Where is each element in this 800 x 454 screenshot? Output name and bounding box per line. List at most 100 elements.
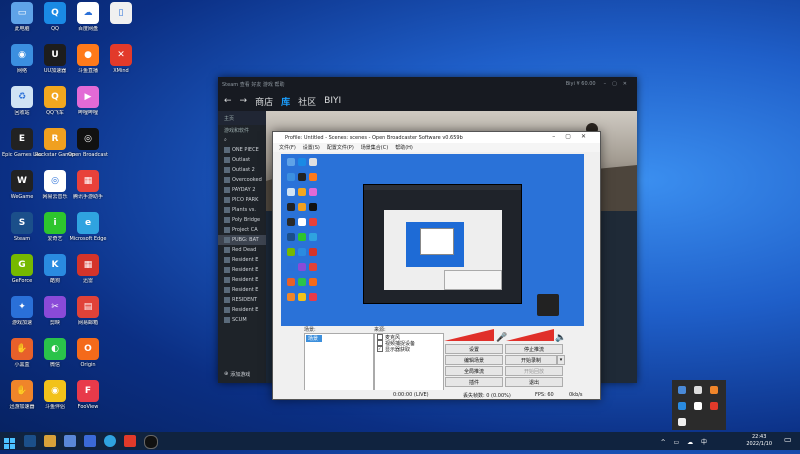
game-list-item[interactable]: Outlast — [218, 155, 266, 165]
steam-window-controls[interactable]: –▢✕ — [604, 81, 633, 87]
game-list-item[interactable]: Resident E — [218, 255, 266, 265]
taskbar-clock[interactable]: 22:43 2022/1/10 — [746, 434, 772, 448]
game-list-item[interactable]: SCUM — [218, 315, 266, 325]
preview-desktop-icon — [309, 158, 317, 166]
speaker-icon: 🔈 — [555, 333, 566, 342]
forward-button[interactable]: → — [240, 96, 248, 106]
checkbox-checked[interactable]: ✓ — [377, 346, 383, 352]
tray-obs-icon[interactable] — [694, 402, 702, 410]
system-tray[interactable]: ^ ▭ ☁ 中 — [661, 437, 710, 446]
app-icon: ▦ — [77, 254, 99, 276]
obs-window[interactable]: Profile: Untitled - Scenes: scenes - Ope… — [272, 131, 601, 400]
app-icon: ♻ — [11, 86, 33, 108]
exit-button[interactable]: 退出 — [505, 377, 563, 387]
scene-list[interactable]: 场景 — [304, 333, 374, 392]
replay-button[interactable]: 开始回放 — [505, 366, 563, 376]
game-list-item[interactable]: Resident E — [218, 285, 266, 295]
edit-scene-button[interactable]: 编辑场景 — [445, 355, 503, 365]
app-icon: ☁ — [77, 2, 99, 24]
tray-app-icon[interactable] — [710, 386, 718, 394]
tray-app-icon[interactable] — [678, 418, 686, 426]
menu-file[interactable]: 文件(F) — [279, 144, 296, 151]
record-dropdown[interactable]: ▾ — [557, 355, 565, 365]
desktop-icon[interactable]: ▤ 网易邮箱 — [68, 296, 108, 342]
preview-desktop-icon — [287, 188, 295, 196]
edge-taskbar-icon[interactable] — [104, 435, 116, 447]
game-list-item[interactable]: Overcooked — [218, 175, 266, 185]
desktop-icon[interactable]: ▯ — [101, 2, 141, 48]
desktop-icon[interactable]: F FooView — [68, 380, 108, 426]
steam-account[interactable]: Biyi ¥ 60.00 — [566, 81, 596, 87]
preview-desktop-icon — [309, 203, 317, 211]
steam-menu[interactable]: Steam 查看 好友 游戏 帮助 — [222, 81, 285, 88]
steam-taskbar-icon[interactable] — [24, 435, 36, 447]
game-list-item[interactable]: Outlast 2 — [218, 165, 266, 175]
app-taskbar-icon[interactable] — [84, 435, 96, 447]
preview-desktop-icon — [287, 218, 295, 226]
game-list-item[interactable]: Poly Bridge — [218, 215, 266, 225]
plugins-button[interactable]: 插件 — [445, 377, 503, 387]
game-list-item[interactable]: Resident E — [218, 305, 266, 315]
obs-menubar: 文件(F) 设置(S) 配置文件(P) 场景集合(C) 帮助(H) — [273, 143, 600, 152]
nav-library[interactable]: 库 — [281, 95, 290, 108]
app-taskbar-icon[interactable] — [64, 435, 76, 447]
desktop-icon[interactable]: ▶ 哔哩哔哩 — [68, 86, 108, 132]
game-list-item[interactable]: RESIDENT — [218, 295, 266, 305]
explorer-taskbar-icon[interactable] — [44, 435, 56, 447]
game-list-item[interactable]: Red Dead — [218, 245, 266, 255]
desktop-icon[interactable]: ▦ 腾讯手游助手 — [68, 170, 108, 216]
source-item-display[interactable]: ✓ 显示器获取 — [375, 346, 443, 353]
preview-desktop-icon — [309, 263, 317, 271]
add-game-button[interactable]: ⊕ 添加游戏 — [218, 369, 250, 379]
obs-taskbar-icon[interactable] — [144, 435, 158, 449]
game-list-item[interactable]: Project CA — [218, 225, 266, 235]
game-list-item[interactable]: Resident E — [218, 265, 266, 275]
app-icon: E — [11, 128, 33, 150]
nested-preview-3 — [406, 222, 464, 267]
xmind-taskbar-icon[interactable] — [124, 435, 136, 447]
preview-desktop-icon — [287, 173, 295, 181]
tray-app-icon[interactable] — [678, 402, 686, 410]
game-list-item[interactable]: PUBG: BAT — [218, 235, 266, 245]
game-title: PUBG: BAT — [232, 237, 259, 243]
obs-window-controls[interactable]: –▢✕ — [552, 133, 596, 140]
settings-button[interactable]: 设置 — [445, 344, 503, 354]
menu-help[interactable]: 帮助(H) — [395, 144, 413, 151]
game-icon — [224, 147, 230, 153]
windows-start-icon[interactable] — [4, 435, 16, 449]
back-button[interactable]: ← — [224, 96, 232, 106]
desktop-icon[interactable]: ◎ Open Broadcaster — [68, 128, 108, 174]
desktop-icon[interactable]: ✕ XMind — [101, 44, 141, 90]
nav-community[interactable]: 社区 — [298, 95, 316, 108]
game-icon — [224, 207, 230, 213]
game-list-item[interactable]: PICO PARK — [218, 195, 266, 205]
stop-stream-button[interactable]: 停止推流 — [505, 344, 563, 354]
nav-user[interactable]: BIYI — [324, 96, 341, 106]
menu-settings[interactable]: 设置(S) — [303, 144, 320, 151]
notification-icon[interactable]: ▭ — [784, 435, 794, 445]
audio-mixer[interactable]: 🎤 🔈 — [444, 328, 569, 342]
menu-profile[interactable]: 配置文件(P) — [327, 144, 354, 151]
tray-cursor-icon[interactable] — [694, 386, 702, 394]
game-icon — [224, 197, 230, 203]
source-list[interactable]: 麦克风 视频捕捉设备 ✓ 显示器获取 — [374, 333, 444, 392]
clock-date: 2022/1/10 — [746, 441, 772, 447]
fullscreen-stream-button[interactable]: 全局推流 — [445, 366, 503, 376]
obs-preview[interactable] — [281, 154, 584, 326]
game-list-item[interactable]: ONE PIECE — [218, 145, 266, 155]
start-record-button[interactable]: 开始录制 — [505, 355, 557, 365]
game-list-item[interactable]: Resident E — [218, 275, 266, 285]
home-tab[interactable]: 主页 — [224, 115, 234, 122]
desktop-icon[interactable]: ▦ 迅雷 — [68, 254, 108, 300]
tray-app-icon[interactable] — [678, 386, 686, 394]
tray-app-icon[interactable] — [710, 402, 718, 410]
menu-scene-collection[interactable]: 场景集合(C) — [361, 144, 388, 151]
game-list-item[interactable]: Plants vs. — [218, 205, 266, 215]
library-search[interactable]: ⌕ — [218, 135, 266, 145]
desktop-icon[interactable]: e Microsoft Edge — [68, 212, 108, 258]
desktop-icon[interactable]: O Origin — [68, 338, 108, 384]
game-list-item[interactable]: PAYDAY 2 — [218, 185, 266, 195]
nav-store[interactable]: 商店 — [255, 95, 273, 108]
scene-item[interactable]: 场景 — [306, 335, 322, 342]
dropped-frames: 丢失帧数: 0 (0.00%) — [463, 393, 511, 399]
